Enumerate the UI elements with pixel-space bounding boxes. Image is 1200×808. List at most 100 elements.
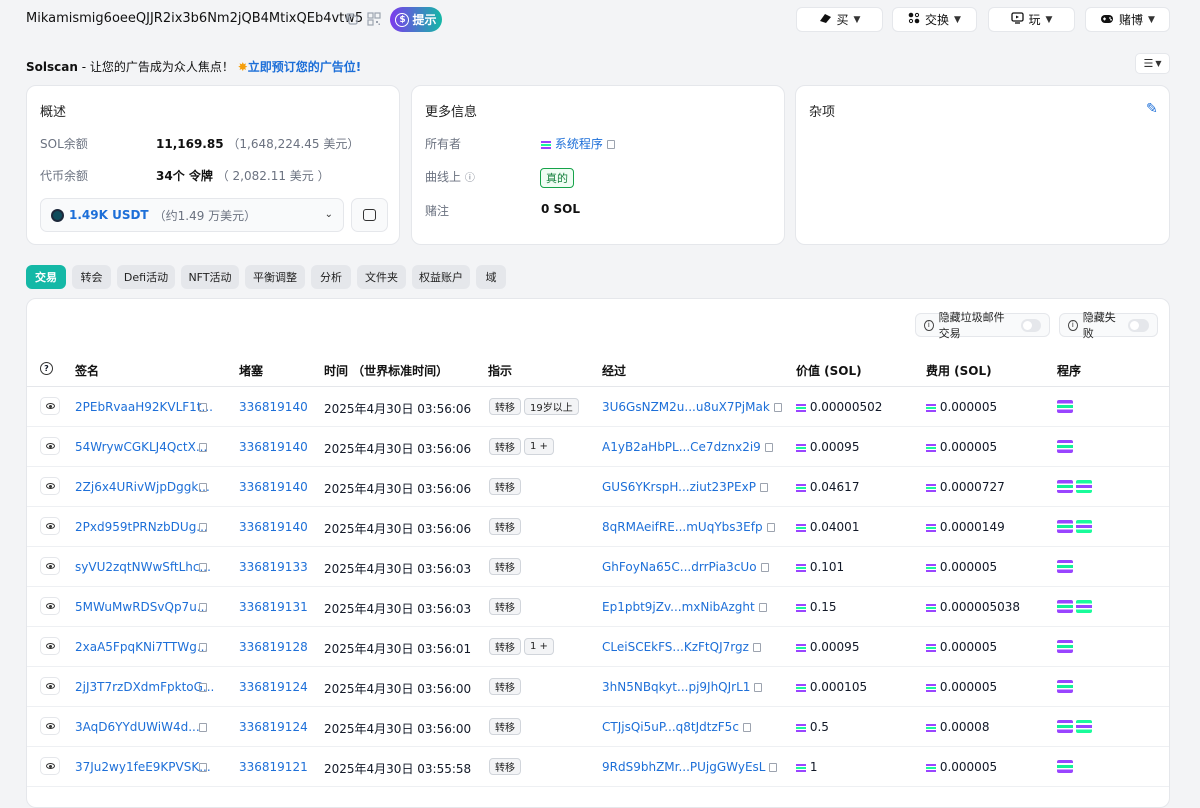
copy-icon[interactable] <box>195 640 207 654</box>
program-icon[interactable] <box>1057 680 1073 693</box>
copy-icon[interactable] <box>760 563 769 572</box>
nav-swap-button[interactable]: 交换 ▼ <box>892 7 977 32</box>
by-address-link[interactable]: GhFoyNa65C...drrPia3cUo <box>602 560 769 574</box>
program-icon[interactable] <box>1076 600 1092 613</box>
by-address-text[interactable]: GhFoyNa65C...drrPia3cUo <box>602 560 757 574</box>
promo-link[interactable]: 立即预订您的广告位! <box>248 60 361 74</box>
copy-icon[interactable] <box>773 403 782 412</box>
by-address-link[interactable]: CLeiSCEkFS...KzFtQJ7rgz <box>602 640 761 654</box>
block-link[interactable]: 336819128 <box>239 640 308 654</box>
signature-link[interactable]: 2Zj6x4URivWjpDggk... <box>75 480 210 494</box>
by-address-text[interactable]: 9RdS9bhZMr...PUjgGWyEsL <box>602 760 765 774</box>
signature-link[interactable]: 2PEbRvaaH92KVLF1t... <box>75 400 213 414</box>
program-icon[interactable] <box>1076 520 1092 533</box>
signature-link[interactable]: 54WrywCGKLJ4QctX... <box>75 440 207 454</box>
hide-spam-toggle[interactable]: i 隐藏垃圾邮件交易 <box>915 311 1050 340</box>
copy-icon[interactable] <box>758 603 767 612</box>
copy-icon[interactable] <box>766 523 775 532</box>
block-link[interactable]: 336819124 <box>239 680 308 694</box>
copy-icon[interactable] <box>195 760 207 774</box>
block-link[interactable]: 336819140 <box>239 480 308 494</box>
by-address-link[interactable]: CTJjsQi5uP...q8tJdtzF5c <box>602 720 751 734</box>
by-address-text[interactable]: CLeiSCEkFS...KzFtQJ7rgz <box>602 640 749 654</box>
by-address-text[interactable]: 8qRMAeifRE...mUqYbs3Efp <box>602 520 763 534</box>
view-menu-button[interactable]: ☰ ▼ <box>1135 53 1170 74</box>
copy-icon[interactable] <box>195 560 207 574</box>
signature-link[interactable]: 37Ju2wy1feE9KPVSK... <box>75 760 211 774</box>
view-tx-button[interactable] <box>40 757 60 775</box>
program-icon[interactable] <box>1057 520 1073 533</box>
tab-stake-accounts[interactable]: 权益账户 <box>412 265 470 289</box>
tab-balance-changes[interactable]: 平衡调整 <box>245 265 305 289</box>
view-tx-button[interactable] <box>40 717 60 735</box>
nav-buy-button[interactable]: 买 ▼ <box>796 7 883 32</box>
program-icon[interactable] <box>1057 440 1073 453</box>
program-icon[interactable] <box>1057 640 1073 653</box>
pencil-icon[interactable]: ✎ <box>1146 101 1158 117</box>
by-address-text[interactable]: Ep1pbt9jZv...mxNibAzght <box>602 600 755 614</box>
signature-link[interactable]: 2xaA5FpqKNi7TTWg... <box>75 640 208 654</box>
copy-icon[interactable] <box>752 643 761 652</box>
tab-domains[interactable]: 域 <box>476 265 506 289</box>
wallet-button[interactable] <box>351 198 388 232</box>
by-address-link[interactable]: Ep1pbt9jZv...mxNibAzght <box>602 600 767 614</box>
block-link[interactable]: 336819131 <box>239 600 308 614</box>
copy-icon[interactable] <box>195 680 207 694</box>
owner-link[interactable]: 系统程序 <box>555 137 603 151</box>
program-icon[interactable] <box>1057 760 1073 773</box>
copy-icon[interactable] <box>195 720 207 734</box>
signature-link[interactable]: 3AqD6YYdUWiW4d... <box>75 720 200 734</box>
copy-icon[interactable] <box>195 400 207 414</box>
copy-icon[interactable] <box>343 10 361 28</box>
program-icon[interactable] <box>1057 400 1073 413</box>
view-tx-button[interactable] <box>40 397 60 415</box>
by-address-link[interactable]: 3U6GsNZM2u...u8uX7PjMak <box>602 400 782 414</box>
view-tx-button[interactable] <box>40 637 60 655</box>
signature-link[interactable]: syVU2zqtNWwSftLhc... <box>75 560 211 574</box>
by-address-text[interactable]: GUS6YKrspH...ziut23PExP <box>602 480 756 494</box>
by-address-link[interactable]: 8qRMAeifRE...mUqYbs3Efp <box>602 520 775 534</box>
by-address-link[interactable]: GUS6YKrspH...ziut23PExP <box>602 480 768 494</box>
program-icon[interactable] <box>1057 560 1073 573</box>
tab-portfolio[interactable]: 文件夹 <box>357 265 406 289</box>
hide-failed-toggle[interactable]: i 隐藏失败 <box>1059 311 1158 340</box>
qr-code-icon[interactable] <box>365 10 383 28</box>
token-select[interactable]: 1.49K USDT （约1.49 万美元） ⌄ <box>40 198 344 232</box>
block-link[interactable]: 336819121 <box>239 760 308 774</box>
view-tx-button[interactable] <box>40 557 60 575</box>
by-address-text[interactable]: 3U6GsNZM2u...u8uX7PjMak <box>602 400 770 414</box>
block-link[interactable]: 336819124 <box>239 720 308 734</box>
copy-icon[interactable] <box>195 440 207 454</box>
tab-defi[interactable]: Defi活动 <box>117 265 175 289</box>
nav-gamble-button[interactable]: 赌博 ▼ <box>1085 7 1170 32</box>
block-link[interactable]: 336819133 <box>239 560 308 574</box>
by-address-link[interactable]: 3hN5NBqkyt...pj9JhQJrL1 <box>602 680 763 694</box>
view-tx-button[interactable] <box>40 437 60 455</box>
signature-link[interactable]: 2jJ3T7rzDXdmFpktoG... <box>75 680 214 694</box>
copy-icon[interactable] <box>606 140 615 149</box>
block-link[interactable]: 336819140 <box>239 400 308 414</box>
view-tx-button[interactable] <box>40 677 60 695</box>
copy-icon[interactable] <box>769 763 778 772</box>
block-link[interactable]: 336819140 <box>239 440 308 454</box>
program-icon[interactable] <box>1057 480 1073 493</box>
program-icon[interactable] <box>1076 480 1092 493</box>
view-tx-button[interactable] <box>40 477 60 495</box>
toggle-switch[interactable] <box>1020 318 1042 332</box>
by-address-text[interactable]: A1yB2aHbPL...Ce7dznx2i9 <box>602 440 761 454</box>
toggle-switch[interactable] <box>1128 318 1150 332</box>
copy-icon[interactable] <box>195 480 207 494</box>
view-tx-button[interactable] <box>40 517 60 535</box>
program-icon[interactable] <box>1057 720 1073 733</box>
copy-icon[interactable] <box>742 723 751 732</box>
tip-button[interactable]: $ 提示 <box>390 7 442 32</box>
signature-link[interactable]: 5MWuMwRDSvQp7u... <box>75 600 208 614</box>
tab-transfers[interactable]: 转会 <box>72 265 111 289</box>
by-address-text[interactable]: CTJjsQi5uP...q8tJdtzF5c <box>602 720 739 734</box>
nav-play-button[interactable]: 玩 ▼ <box>988 7 1075 32</box>
view-tx-button[interactable] <box>40 597 60 615</box>
tab-nft[interactable]: NFT活动 <box>181 265 239 289</box>
program-icon[interactable] <box>1076 720 1092 733</box>
by-address-link[interactable]: A1yB2aHbPL...Ce7dznx2i9 <box>602 440 773 454</box>
copy-icon[interactable] <box>764 443 773 452</box>
